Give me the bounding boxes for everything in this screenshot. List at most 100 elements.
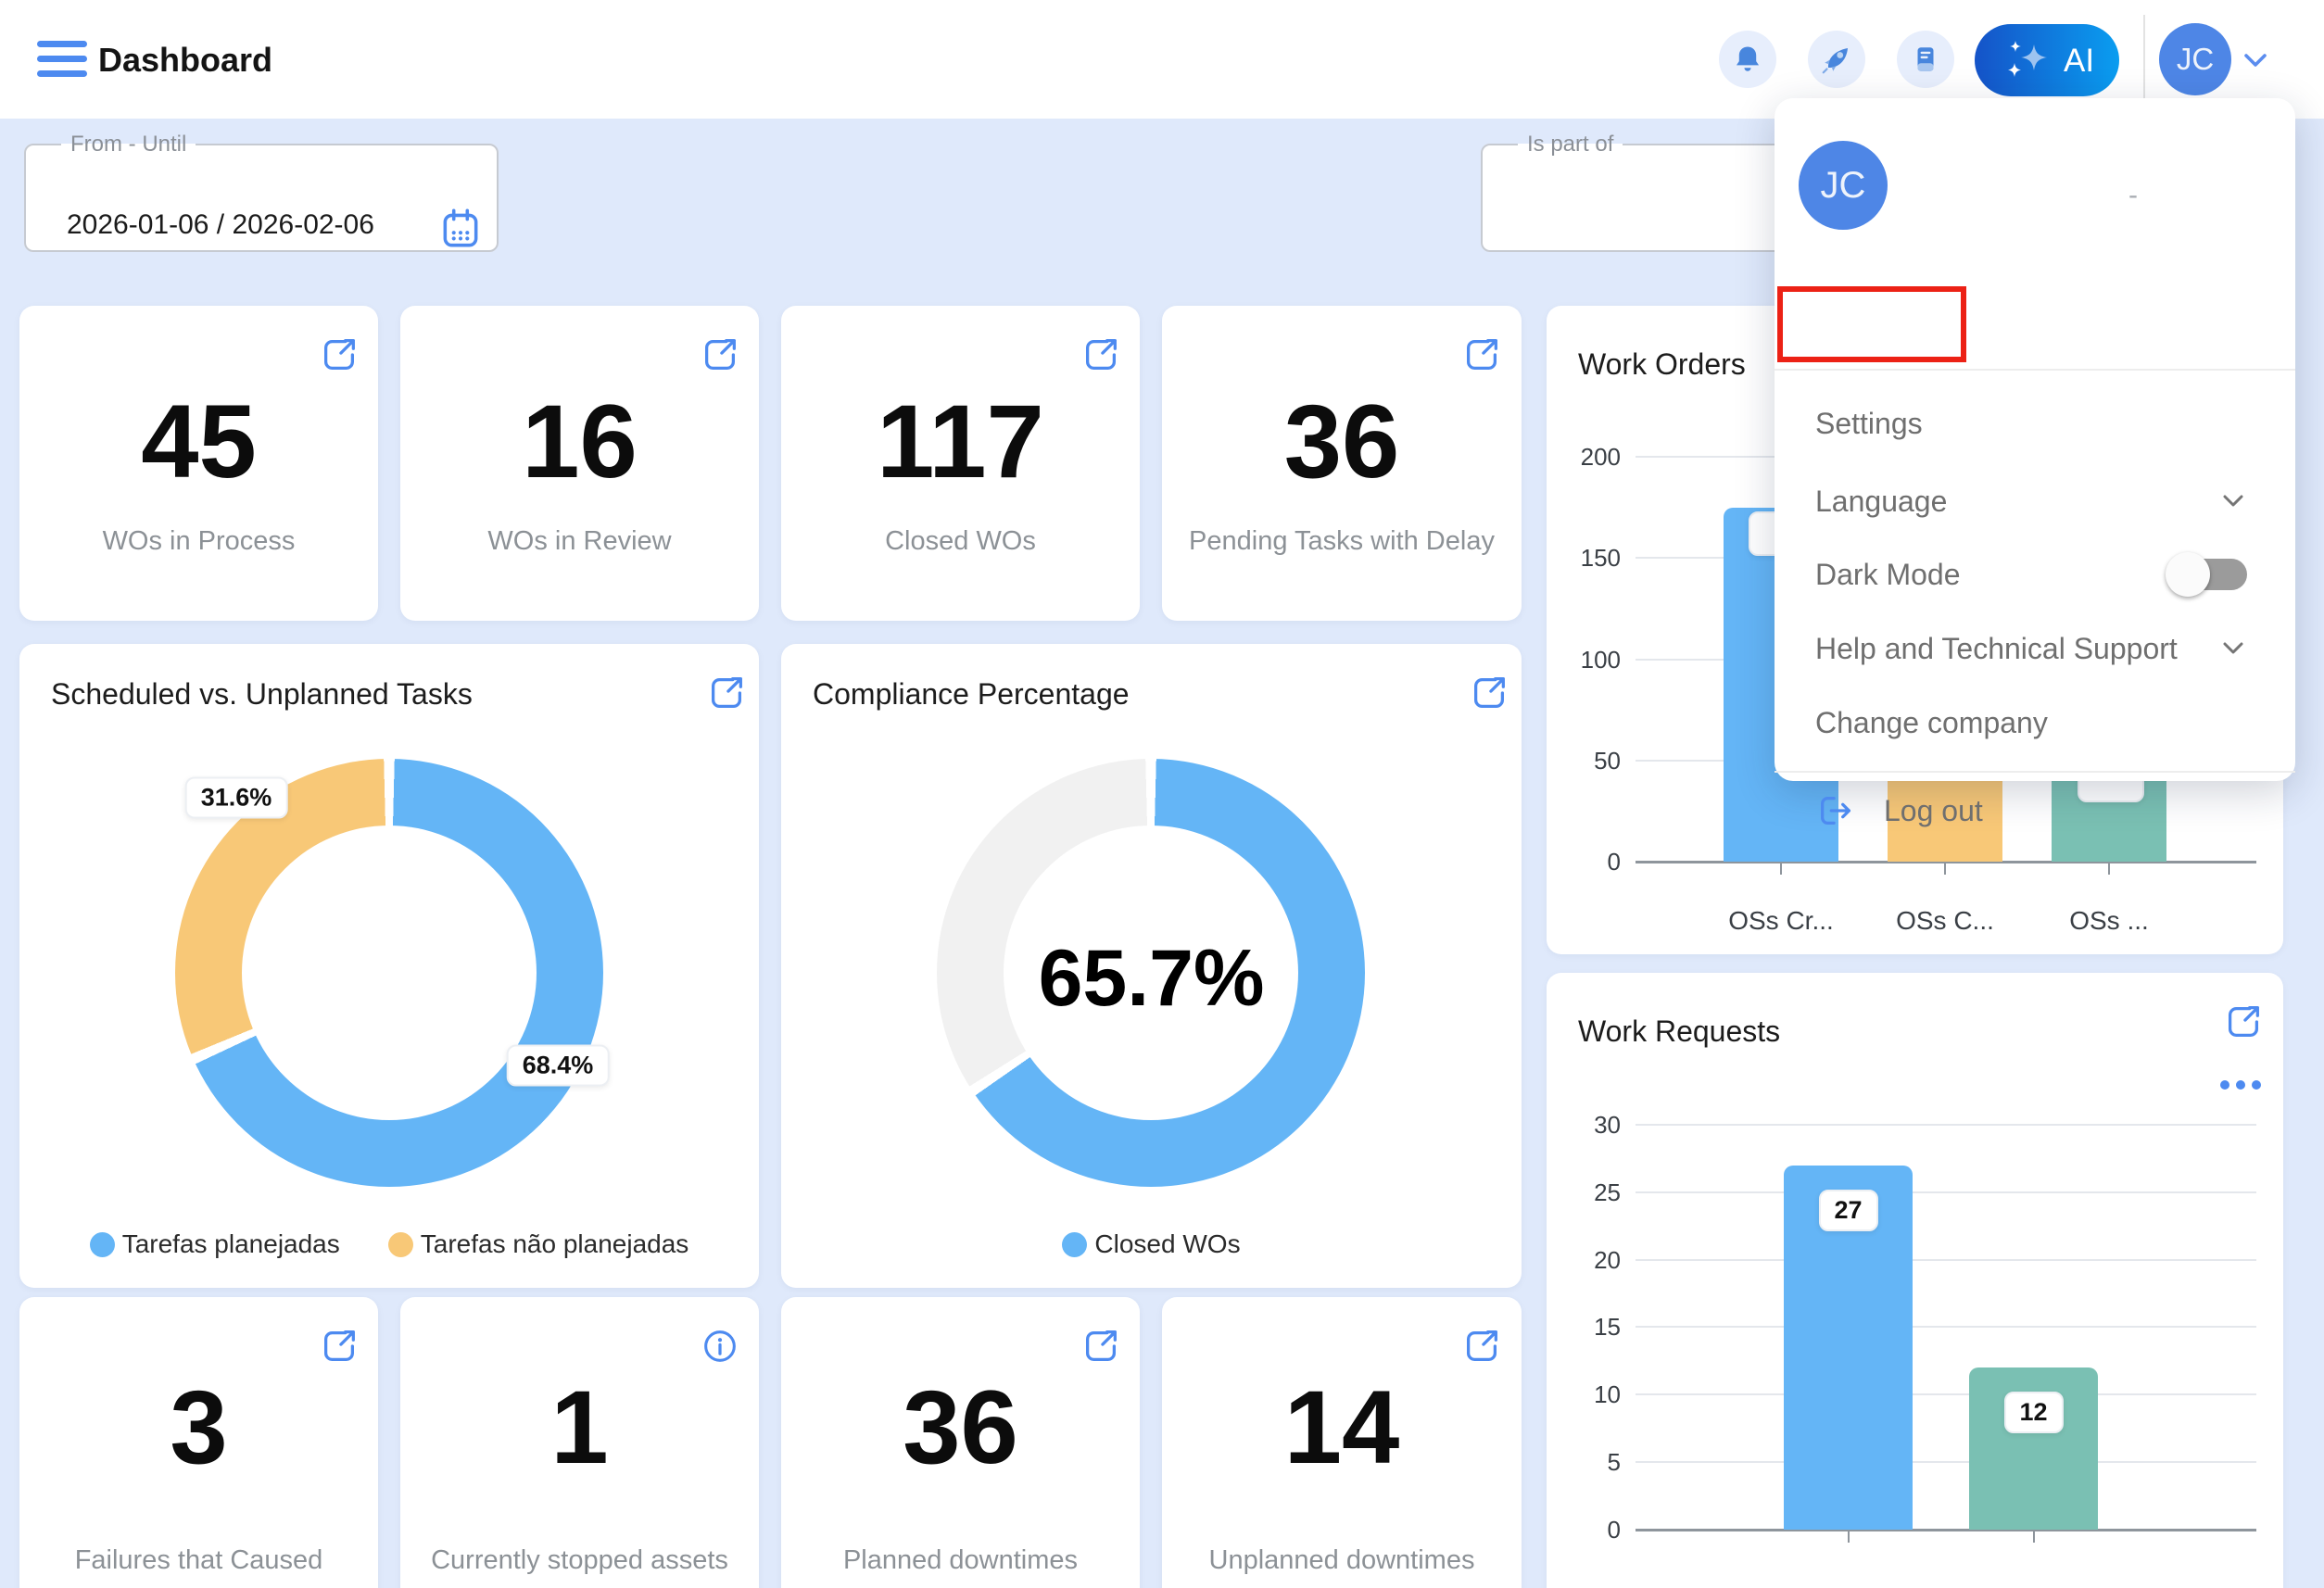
- donut-chart-scheduled-vs-unplanned: [175, 759, 603, 1187]
- y-axis-tick-label: 25: [1560, 1178, 1621, 1207]
- work-requests-bar-chart: 0510152025302712: [1547, 973, 2283, 1588]
- y-axis-tick-label: 100: [1560, 645, 1621, 674]
- hamburger-menu-icon[interactable]: [37, 41, 89, 78]
- notifications-button[interactable]: [1719, 31, 1776, 88]
- legend-item: Tarefas não planejadas: [388, 1229, 689, 1259]
- is-part-of-label: Is part of: [1527, 132, 1613, 157]
- kpi-label: Currently stopped assets: [400, 1545, 759, 1576]
- external-link-icon[interactable]: [1080, 1325, 1122, 1367]
- whats-new-button[interactable]: [1808, 31, 1865, 88]
- kpi-value: 16: [400, 390, 759, 494]
- kpi-label: Pending Tasks with Delay: [1162, 526, 1522, 557]
- y-axis-tick-label: 50: [1560, 746, 1621, 775]
- y-axis-tick-label: 5: [1560, 1447, 1621, 1477]
- chevron-down-icon[interactable]: [2217, 485, 2249, 517]
- settings-highlight-box: [1777, 286, 1966, 362]
- kpi-value: 45: [19, 390, 378, 494]
- avatar: JC: [1799, 141, 1888, 230]
- kpi-value: 3: [19, 1376, 378, 1480]
- kpi-label: Planned downtimes: [781, 1545, 1140, 1576]
- external-link-icon[interactable]: [705, 672, 748, 714]
- kpi-card-pending-tasks: 36 Pending Tasks with Delay: [1162, 306, 1522, 621]
- x-axis-tick: [2108, 862, 2110, 875]
- kpi-label: WOs in Review: [400, 526, 759, 557]
- logout-icon: [1815, 789, 1858, 832]
- chart-title: Compliance Percentage: [813, 677, 1130, 712]
- chart-card-work-requests: Work Requests 0510152025302712: [1547, 973, 2283, 1588]
- bell-icon: [1732, 44, 1763, 75]
- date-range-field[interactable]: From - Until 2026-01-06 / 2026-02-06: [24, 132, 499, 252]
- menu-divider: [1775, 369, 2295, 371]
- external-link-icon[interactable]: [1468, 672, 1510, 714]
- kpi-value: 14: [1162, 1376, 1522, 1480]
- avatar[interactable]: JC: [2159, 23, 2231, 95]
- legend-item: Closed WOs: [1062, 1229, 1240, 1259]
- x-axis-tick: [1944, 862, 1946, 875]
- y-axis-tick-label: 150: [1560, 543, 1621, 573]
- x-axis-tick: [1848, 1530, 1850, 1543]
- info-icon[interactable]: [699, 1325, 741, 1367]
- chevron-down-icon[interactable]: [2241, 48, 2270, 72]
- header-divider: [2143, 15, 2145, 104]
- y-axis-tick-label: 0: [1560, 1515, 1621, 1544]
- menu-divider: [1775, 771, 2295, 773]
- y-axis-tick-label: 0: [1560, 847, 1621, 876]
- x-axis-category-label: OSs ...: [2026, 906, 2192, 936]
- kpi-card-wos-in-review: 16 WOs in Review: [400, 306, 759, 621]
- x-axis-tick: [2033, 1530, 2035, 1543]
- chevron-down-icon[interactable]: [2217, 633, 2249, 664]
- legend-dot: [388, 1232, 413, 1257]
- gridline: [1636, 1393, 2256, 1395]
- gridline: [1636, 1326, 2256, 1328]
- gridline: [1636, 1259, 2256, 1261]
- docs-button[interactable]: [1897, 31, 1954, 88]
- page-title: Dashboard: [98, 41, 272, 80]
- legend-dot: [90, 1232, 115, 1257]
- gridline: [1636, 1191, 2256, 1193]
- avatar-initials: JC: [1821, 165, 1866, 207]
- kpi-label: Unplanned downtimes: [1162, 1545, 1522, 1576]
- kpi-card-unplanned-downtimes: 14 Unplanned downtimes: [1162, 1297, 1522, 1588]
- y-axis-tick-label: 200: [1560, 442, 1621, 472]
- kpi-card-failures: 3 Failures that Caused: [19, 1297, 378, 1588]
- x-axis-category-label: OSs C...: [1862, 906, 2028, 936]
- external-link-icon[interactable]: [1460, 334, 1503, 376]
- date-range-label: From - Until: [70, 132, 186, 157]
- external-link-icon[interactable]: [699, 334, 741, 376]
- kpi-card-planned-downtimes: 36 Planned downtimes: [781, 1297, 1140, 1588]
- external-link-icon[interactable]: [1460, 1325, 1503, 1367]
- legend-label: Tarefas planejadas: [122, 1229, 340, 1259]
- legend-item: Tarefas planejadas: [90, 1229, 340, 1259]
- dark-mode-toggle[interactable]: [2179, 559, 2247, 590]
- external-link-icon[interactable]: [318, 1325, 360, 1367]
- menu-item-change-company[interactable]: Change company: [1815, 704, 2048, 741]
- menu-item-help[interactable]: Help and Technical Support: [1815, 630, 2178, 667]
- y-axis-tick-label: 20: [1560, 1245, 1621, 1275]
- toggle-knob: [2166, 552, 2210, 597]
- chart-legend: Closed WOs: [781, 1229, 1522, 1259]
- menu-item-settings[interactable]: Settings: [1815, 405, 1923, 442]
- kpi-card-closed-wos: 117 Closed WOs: [781, 306, 1140, 621]
- dashboard-page: Dashboard: [0, 0, 2324, 1588]
- menu-item-logout[interactable]: Log out: [1815, 789, 1983, 832]
- calendar-icon[interactable]: [437, 206, 484, 252]
- menu-item-dark-mode[interactable]: Dark Mode: [1815, 556, 1961, 593]
- kpi-card-wos-in-process: 45 WOs in Process: [19, 306, 378, 621]
- user-name-placeholder: -: [2128, 180, 2138, 211]
- ai-button-label: AI: [2064, 43, 2094, 80]
- x-axis-category-label: OSs Cr...: [1698, 906, 1864, 936]
- y-axis-tick-label: 30: [1560, 1110, 1621, 1140]
- external-link-icon[interactable]: [318, 334, 360, 376]
- kpi-value: 117: [781, 390, 1140, 494]
- external-link-icon[interactable]: [1080, 334, 1122, 376]
- slice-label-unplanned: 31.6%: [185, 777, 288, 819]
- slice-label-planned: 68.4%: [507, 1045, 610, 1087]
- chart-card-scheduled-vs-unplanned: Scheduled vs. Unplanned Tasks 31.6% 68.4…: [19, 644, 759, 1288]
- menu-item-language[interactable]: Language: [1815, 483, 1947, 520]
- y-axis-tick-label: 15: [1560, 1312, 1621, 1342]
- ai-assistant-button[interactable]: AI: [1975, 24, 2119, 96]
- chart-card-compliance: Compliance Percentage 65.7% Closed WOs: [781, 644, 1522, 1288]
- avatar-initials: JC: [2177, 42, 2214, 77]
- x-axis-line: [1636, 1529, 2256, 1531]
- compliance-center-value: 65.7%: [781, 933, 1522, 1025]
